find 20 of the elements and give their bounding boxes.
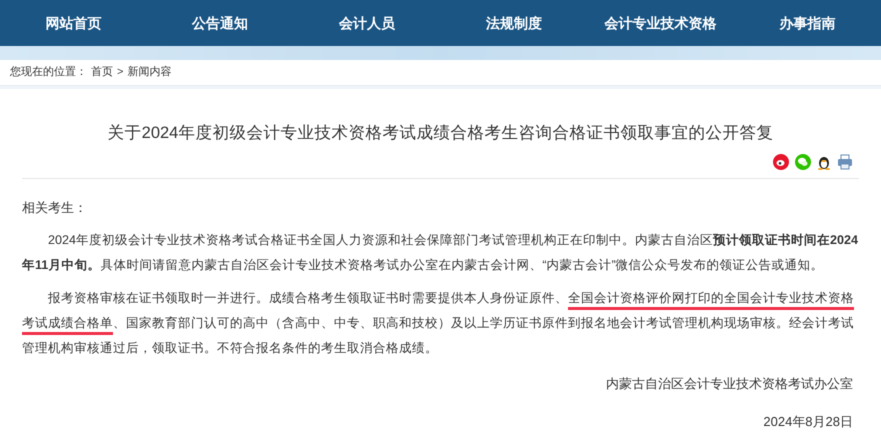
greeting: 相关考生： (22, 199, 88, 217)
weibo-icon[interactable] (773, 154, 789, 170)
nav-link[interactable]: 网站首页 (0, 12, 147, 34)
date: 2024年8月28日 (762, 412, 854, 430)
paragraph: 报考资格审核在证书领取时一并进行。成绩合格考生领取证书时需要提供本人身份证原件、全国会计资格评价网打印的全国会计专业技术资格考试成绩合格单、国家教育部门认可的高中（含高中、中专、职高和技校）及以上学历证书原件到报名地会计考试管理机构现场审核。经会计考试管理机构审核通过后，领取证书。不符合报名条件的考生取消合格成绩。 (22, 290, 855, 357)
nav-link[interactable]: 公告通知 (146, 12, 294, 34)
nav-link[interactable]: 法规制度 (440, 12, 588, 34)
signature: 内蒙古自治区会计专业技术资格考试办公室 (605, 375, 854, 393)
wechat-icon[interactable] (795, 154, 811, 170)
article-title: 关于2024年度初级会计专业技术资格考试成绩合格考生咨询合格证书领取事宜的公开答复 (106, 123, 774, 144)
nav-link[interactable]: 会计人员 (294, 12, 440, 34)
paragraph: 2024年度初级会计专业技术资格考试合格证书全国人力资源和社会保障部门考试管理机构正在印制中。内蒙古自治区预计领取证书时间在2024年11月中旬。具体时间请留意内蒙古自治区会计专业技术资格考试办公室在内蒙古会计网、“内蒙古会计”微信公众号发布的领证公告或通知。 (22, 232, 859, 274)
nav-link[interactable]: 会计专业技术资格 (587, 12, 734, 34)
penguin-icon[interactable] (817, 154, 831, 170)
breadcrumb-separator: > (117, 65, 124, 80)
nav-link[interactable]: 办事指南 (734, 12, 881, 34)
breadcrumb-label: 您现在的位置： (10, 65, 87, 80)
printer-icon[interactable] (837, 154, 853, 170)
breadcrumb-link[interactable]: 新闻内容 (127, 64, 172, 81)
breadcrumb-link[interactable]: 首页 (91, 64, 113, 81)
